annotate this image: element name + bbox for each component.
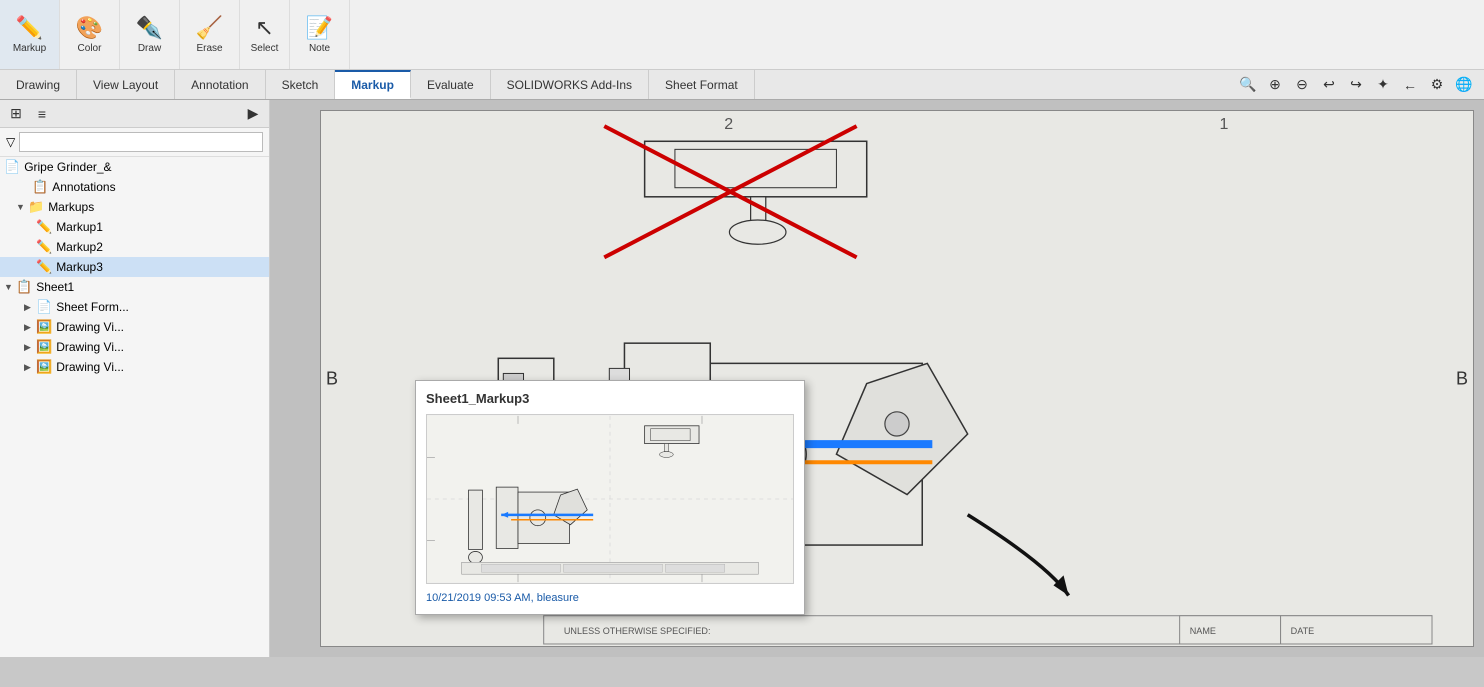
markup-label: Markup <box>13 43 46 54</box>
tree-item-annotations[interactable]: 📋 Annotations <box>0 177 269 197</box>
drawingvi2-label: Drawing Vi... <box>56 340 124 354</box>
tree-item-markups[interactable]: ▼ 📁 Markups <box>0 197 269 217</box>
markups-icon: 📁 <box>28 199 44 215</box>
markup3-label: Markup3 <box>56 260 103 274</box>
tab-solidworks-addins[interactable]: SOLIDWORKS Add-Ins <box>491 70 649 99</box>
gripe-label: Gripe Grinder_& <box>24 160 111 174</box>
color-tool[interactable]: 🎨 Color <box>60 0 120 69</box>
svg-text:NAME: NAME <box>1190 626 1216 636</box>
canvas-area[interactable]: 2 1 B B <box>270 100 1484 657</box>
tab-annotation[interactable]: Annotation <box>175 70 265 99</box>
drawingvi2-icon: 🖼️ <box>36 339 52 355</box>
tab-view-layout[interactable]: View Layout <box>77 70 175 99</box>
tab-evaluate[interactable]: Evaluate <box>411 70 491 99</box>
markup3-icon: ✏️ <box>36 259 52 275</box>
markup2-label: Markup2 <box>56 240 103 254</box>
note-label: Note <box>309 43 330 54</box>
tree-item-sheetform[interactable]: ▶ 📄 Sheet Form... <box>0 297 269 317</box>
sidebar-list-icon[interactable]: ≡ <box>30 102 54 126</box>
main-toolbar: ✏️ Markup 🎨 Color ✒️ Draw 🧹 Erase ↖ Sele… <box>0 0 1484 70</box>
draw-icon: ✒️ <box>136 15 163 41</box>
popup-thumbnail <box>426 414 794 584</box>
markup-popup: Sheet1_Markup3 <box>415 380 805 615</box>
svg-text:UNLESS OTHERWISE SPECIFIED:: UNLESS OTHERWISE SPECIFIED: <box>564 626 711 636</box>
tree-item-sheet1[interactable]: ▼ 📋 Sheet1 <box>0 277 269 297</box>
sheet1-arrow: ▼ <box>4 282 16 292</box>
select-icon: ↖ <box>255 15 273 41</box>
back-icon[interactable]: ← <box>1398 73 1422 97</box>
settings-icon[interactable]: ⚙ <box>1425 73 1449 97</box>
markup1-icon: ✏️ <box>36 219 52 235</box>
sidebar-filter-row: ▽ <box>0 128 269 157</box>
markups-label: Markups <box>48 200 94 214</box>
sidebar-toolbar: ⊞ ≡ ▶ <box>0 100 269 128</box>
zoom-in-icon[interactable]: ⊕ <box>1263 73 1287 97</box>
tree-item-drawingvi2[interactable]: ▶ 🖼️ Drawing Vi... <box>0 337 269 357</box>
drawingvi2-arrow: ▶ <box>24 342 36 353</box>
tree-item-gripe[interactable]: 📄 Gripe Grinder_& <box>0 157 269 177</box>
markup-icon: ✏️ <box>16 15 43 41</box>
select-label: Select <box>251 43 279 54</box>
erase-tool[interactable]: 🧹 Erase <box>180 0 240 69</box>
tree-item-markup1[interactable]: ✏️ Markup1 <box>0 217 269 237</box>
svg-text:DATE: DATE <box>1291 626 1315 636</box>
tree-item-drawingvi1[interactable]: ▶ 🖼️ Drawing Vi... <box>0 317 269 337</box>
search-icon[interactable]: 🔍 <box>1236 73 1260 97</box>
tab-sketch[interactable]: Sketch <box>266 70 336 99</box>
drawingvi3-arrow: ▶ <box>24 362 36 373</box>
erase-label: Erase <box>196 43 222 54</box>
tree-item-drawingvi3[interactable]: ▶ 🖼️ Drawing Vi... <box>0 357 269 377</box>
color-label: Color <box>78 43 102 54</box>
sheet1-label: Sheet1 <box>36 280 74 294</box>
tab-drawing[interactable]: Drawing <box>0 70 77 99</box>
sidebar-filter-input[interactable] <box>19 132 263 152</box>
sheet1-icon: 📋 <box>16 279 32 295</box>
color-icon: 🎨 <box>76 15 103 41</box>
globe-icon[interactable]: 🌐 <box>1452 73 1476 97</box>
note-icon: 📝 <box>306 15 333 41</box>
sidebar-grid-icon[interactable]: ⊞ <box>4 102 28 126</box>
main-layout: ⊞ ≡ ▶ ▽ 📄 Gripe Grinder_& 📋 Annotations … <box>0 100 1484 657</box>
markups-arrow: ▼ <box>16 202 28 212</box>
sidebar-expand-icon[interactable]: ▶ <box>241 102 265 126</box>
drawingvi1-arrow: ▶ <box>24 322 36 333</box>
sidebar: ⊞ ≡ ▶ ▽ 📄 Gripe Grinder_& 📋 Annotations … <box>0 100 270 657</box>
markup2-icon: ✏️ <box>36 239 52 255</box>
drawingvi1-icon: 🖼️ <box>36 319 52 335</box>
tab-sheet-format[interactable]: Sheet Format <box>649 70 755 99</box>
redo-icon[interactable]: ↪ <box>1344 73 1368 97</box>
drawingvi3-label: Drawing Vi... <box>56 360 124 374</box>
filter-icon[interactable]: ✦ <box>1371 73 1395 97</box>
markup-tool[interactable]: ✏️ Markup <box>0 0 60 69</box>
annotations-icon: 📋 <box>32 179 48 195</box>
tab-bar: Drawing View Layout Annotation Sketch Ma… <box>0 70 1484 100</box>
markup1-label: Markup1 <box>56 220 103 234</box>
popup-thumb-svg <box>427 415 793 583</box>
drawingvi3-icon: 🖼️ <box>36 359 52 375</box>
popup-timestamp: 10/21/2019 09:53 AM, bleasure <box>426 592 794 604</box>
filter-icon-sidebar: ▽ <box>6 135 15 149</box>
annotations-label: Annotations <box>52 180 115 194</box>
popup-title: Sheet1_Markup3 <box>426 391 794 406</box>
tree-item-markup2[interactable]: ✏️ Markup2 <box>0 237 269 257</box>
zoom-out-icon[interactable]: ⊖ <box>1290 73 1314 97</box>
gripe-icon: 📄 <box>4 159 20 175</box>
draw-tool[interactable]: ✒️ Draw <box>120 0 180 69</box>
select-tool[interactable]: ↖ Select <box>240 0 290 69</box>
sheetform-label: Sheet Form... <box>56 300 129 314</box>
draw-label: Draw <box>138 43 161 54</box>
sheetform-icon: 📄 <box>36 299 52 315</box>
note-tool[interactable]: 📝 Note <box>290 0 350 69</box>
undo-icon[interactable]: ↩ <box>1317 73 1341 97</box>
erase-icon: 🧹 <box>196 15 223 41</box>
sheetform-arrow: ▶ <box>24 302 36 313</box>
drawingvi1-label: Drawing Vi... <box>56 320 124 334</box>
tree-item-markup3[interactable]: ✏️ Markup3 <box>0 257 269 277</box>
tab-markup[interactable]: Markup <box>335 70 411 99</box>
